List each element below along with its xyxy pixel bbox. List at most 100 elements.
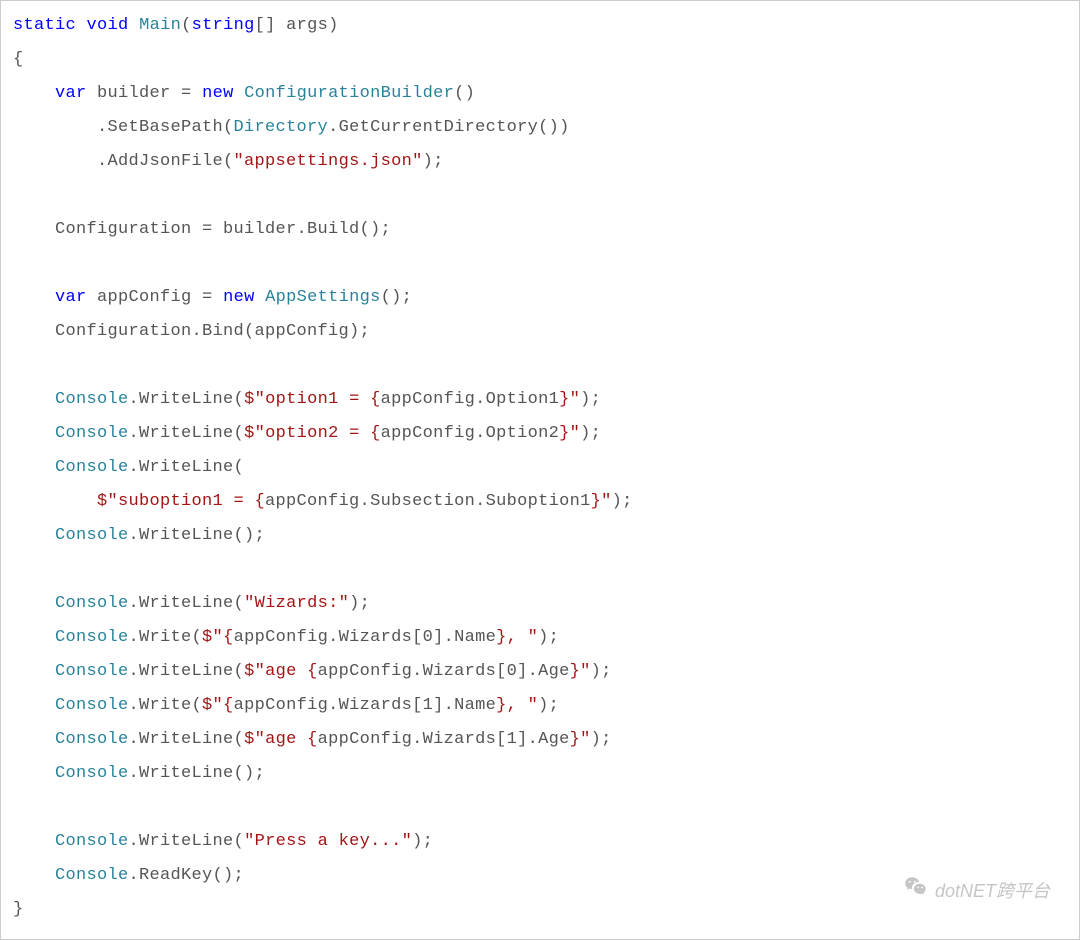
code-block: static void Main(string[] args) { var bu… [0, 0, 1080, 940]
type-console: Console [55, 458, 129, 477]
keyword-string: string [192, 16, 255, 35]
call-writeline: .WriteLine( [129, 390, 245, 409]
interp-expr: appConfig.Option2 [381, 424, 560, 443]
type-console: Console [55, 390, 129, 409]
call-writeline: .WriteLine( [129, 594, 245, 613]
semi: ); [412, 832, 433, 851]
type-console: Console [55, 662, 129, 681]
call-readkey: .ReadKey(); [129, 866, 245, 885]
semi: ); [591, 662, 612, 681]
semi: ); [349, 594, 370, 613]
type-console: Console [55, 628, 129, 647]
type-configurationbuilder: ConfigurationBuilder [244, 84, 454, 103]
string-interp: $"option1 = { [244, 390, 381, 409]
keyword-var: var [55, 84, 87, 103]
type-console: Console [55, 866, 129, 885]
wechat-icon [903, 874, 929, 905]
indent [13, 492, 97, 511]
parens: () [454, 84, 475, 103]
string-interp: $"suboption1 = { [97, 492, 265, 511]
call-writeline: .WriteLine( [129, 832, 245, 851]
indent [13, 526, 55, 545]
string-interp: $"{ [202, 628, 234, 647]
call-setbasepath: .SetBasePath( [13, 118, 234, 137]
type-console: Console [55, 526, 129, 545]
line-config-bind: Configuration.Bind(appConfig); [13, 322, 370, 341]
indent [13, 764, 55, 783]
eq: builder = [87, 84, 203, 103]
keyword-void: void [87, 16, 129, 35]
params: [] args) [255, 16, 339, 35]
indent [13, 832, 55, 851]
semi: ); [580, 424, 601, 443]
type-appsettings: AppSettings [265, 288, 381, 307]
semi: ); [612, 492, 633, 511]
keyword-new: new [202, 84, 234, 103]
sp [255, 288, 266, 307]
keyword-var: var [55, 288, 87, 307]
indent [13, 390, 55, 409]
type-console: Console [55, 730, 129, 749]
indent [13, 424, 55, 443]
indent [13, 696, 55, 715]
string-close: }" [559, 390, 580, 409]
interp-expr: appConfig.Wizards[0].Age [318, 662, 570, 681]
indent [13, 628, 55, 647]
keyword-new: new [223, 288, 255, 307]
method-main: Main [139, 16, 181, 35]
line-config-build: Configuration = builder.Build(); [13, 220, 391, 239]
string-press-key: "Press a key..." [244, 832, 412, 851]
semi: ); [591, 730, 612, 749]
eq: appConfig = [87, 288, 224, 307]
string-wizards: "Wizards:" [244, 594, 349, 613]
call-write: .Write( [129, 628, 203, 647]
interp-expr: appConfig.Wizards[1].Age [318, 730, 570, 749]
watermark-text: dotNET跨平台 [935, 877, 1050, 903]
call-writeline: .WriteLine( [129, 458, 245, 477]
call-writeline-empty: .WriteLine(); [129, 764, 266, 783]
string-close: }, " [496, 696, 538, 715]
semi: ); [538, 696, 559, 715]
type-console: Console [55, 832, 129, 851]
brace-close: } [13, 900, 24, 919]
indent [13, 594, 55, 613]
semi: ); [423, 152, 444, 171]
indent [13, 730, 55, 749]
string-interp: $"option2 = { [244, 424, 381, 443]
keyword-static: static [13, 16, 76, 35]
string-appsettings: "appsettings.json" [234, 152, 423, 171]
string-interp: $"{ [202, 696, 234, 715]
watermark: dotNET跨平台 [903, 874, 1050, 905]
string-close: }" [570, 730, 591, 749]
interp-expr: appConfig.Subsection.Suboption1 [265, 492, 591, 511]
type-directory: Directory [234, 118, 329, 137]
type-console: Console [55, 424, 129, 443]
indent [13, 866, 55, 885]
string-close: }" [570, 662, 591, 681]
call-addjsonfile: .AddJsonFile( [13, 152, 234, 171]
call-writeline-empty: .WriteLine(); [129, 526, 266, 545]
type-console: Console [55, 594, 129, 613]
call-getcurrentdirectory: .GetCurrentDirectory()) [328, 118, 570, 137]
call-writeline: .WriteLine( [129, 424, 245, 443]
type-console: Console [55, 696, 129, 715]
string-close: }" [591, 492, 612, 511]
type-console: Console [55, 764, 129, 783]
paren: ( [181, 16, 192, 35]
parens: (); [381, 288, 413, 307]
interp-expr: appConfig.Option1 [381, 390, 560, 409]
semi: ); [538, 628, 559, 647]
interp-expr: appConfig.Wizards[1].Name [234, 696, 497, 715]
interp-expr: appConfig.Wizards[0].Name [234, 628, 497, 647]
semi: ); [580, 390, 601, 409]
call-writeline: .WriteLine( [129, 662, 245, 681]
indent [13, 84, 55, 103]
indent [13, 458, 55, 477]
sp [234, 84, 245, 103]
string-interp: $"age { [244, 662, 318, 681]
string-interp: $"age { [244, 730, 318, 749]
call-write: .Write( [129, 696, 203, 715]
brace-open: { [13, 50, 24, 69]
string-close: }" [559, 424, 580, 443]
string-close: }, " [496, 628, 538, 647]
